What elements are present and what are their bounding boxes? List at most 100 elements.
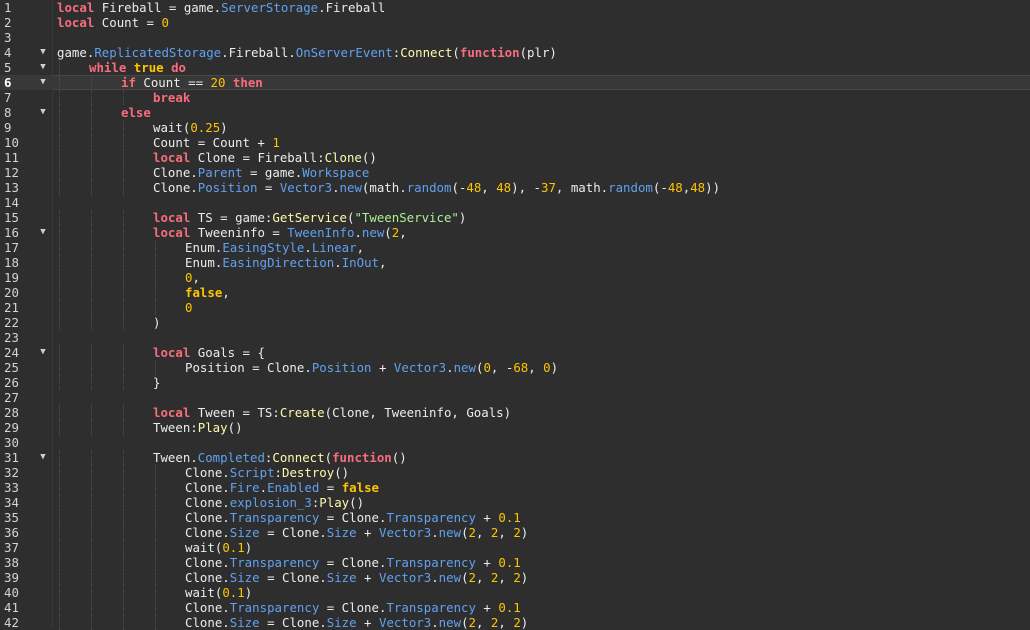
- indent-guide: [123, 90, 124, 105]
- code-line[interactable]: 12 Clone.Parent = game.Workspace: [0, 165, 1030, 180]
- code-line[interactable]: 5 ▼ while true do: [0, 60, 1030, 75]
- code-line[interactable]: 36 Clone.Size = Clone.Size + Vector3.new(…: [0, 525, 1030, 540]
- indent-guide: [123, 465, 124, 480]
- code-line[interactable]: 31 ▼ Tween.Completed:Connect(function(): [0, 450, 1030, 465]
- code-line[interactable]: 2 local Count = 0: [0, 15, 1030, 30]
- code-token: OnServerEvent: [295, 45, 393, 60]
- code-line[interactable]: 24 ▼ local Goals = {: [0, 345, 1030, 360]
- code-token: Clone.: [185, 495, 230, 510]
- code-text: local TS = game:GetService("TweenService…: [153, 210, 466, 225]
- chevron-down-icon[interactable]: ▼: [38, 45, 48, 60]
- code-line[interactable]: 7 break: [0, 90, 1030, 105]
- code-line[interactable]: 4 ▼ game.ReplicatedStorage.Fireball.OnServ…: [0, 45, 1030, 60]
- code-token: Position = Clone.: [185, 360, 312, 375]
- indent-guide: [59, 255, 60, 270]
- code-line[interactable]: 34 Clone.explosion_3:Play(): [0, 495, 1030, 510]
- line-number: 26: [4, 375, 19, 390]
- code-token: Create: [279, 405, 325, 420]
- code-token: 0.25: [190, 120, 221, 135]
- code-line[interactable]: 23: [0, 330, 1030, 345]
- chevron-down-icon[interactable]: ▼: [38, 75, 48, 90]
- code-token: (): [227, 420, 243, 435]
- code-token: +: [356, 570, 379, 585]
- code-text: ): [153, 315, 160, 330]
- code-line[interactable]: 27: [0, 390, 1030, 405]
- code-line[interactable]: 11 local Clone = Fireball:Clone(): [0, 150, 1030, 165]
- indent-guide: [91, 570, 92, 585]
- chevron-down-icon[interactable]: ▼: [38, 345, 48, 360]
- chevron-down-icon[interactable]: ▼: [38, 105, 48, 120]
- indent-guide: [59, 120, 60, 135]
- code-line[interactable]: 40 wait(0.1): [0, 585, 1030, 600]
- indent-guide: [155, 480, 156, 495]
- line-number: 24: [4, 345, 19, 360]
- code-token: Count ==: [135, 75, 211, 90]
- code-line[interactable]: 14: [0, 195, 1030, 210]
- code-token: Count = Count +: [153, 135, 273, 150]
- code-line[interactable]: 30: [0, 435, 1030, 450]
- code-token: +: [475, 600, 499, 615]
- code-line[interactable]: 19 0,: [0, 270, 1030, 285]
- code-line[interactable]: 6 ▼ if Count == 20 then: [0, 75, 1030, 90]
- code-token: .Fireball.: [221, 45, 296, 60]
- chevron-down-icon[interactable]: ▼: [38, 225, 48, 240]
- code-token: ,: [192, 270, 200, 285]
- code-line[interactable]: 35 Clone.Transparency = Clone.Transparenc…: [0, 510, 1030, 525]
- code-line[interactable]: 37 wait(0.1): [0, 540, 1030, 555]
- code-token: Clone: [324, 150, 362, 165]
- code-token: ): [153, 315, 161, 330]
- code-line[interactable]: 15 local TS = game:GetService("TweenServi…: [0, 210, 1030, 225]
- line-number: 18: [4, 255, 19, 270]
- code-token: Play: [319, 495, 350, 510]
- code-line[interactable]: 13 Clone.Position = Vector3.new(math.rand…: [0, 180, 1030, 195]
- code-token: ,: [379, 255, 387, 270]
- code-token: if: [121, 75, 136, 90]
- indent-guide: [91, 555, 92, 570]
- code-token: ,: [356, 240, 365, 255]
- chevron-down-icon[interactable]: ▼: [38, 60, 48, 75]
- code-line[interactable]: 18 Enum.EasingDirection.InOut,: [0, 255, 1030, 270]
- code-line[interactable]: 20 false,: [0, 285, 1030, 300]
- code-line[interactable]: 10 Count = Count + 1: [0, 135, 1030, 150]
- code-token: 2: [468, 570, 476, 585]
- code-token: (): [349, 495, 365, 510]
- code-line[interactable]: 38 Clone.Transparency = Clone.Transparenc…: [0, 555, 1030, 570]
- code-line[interactable]: 32 Clone.Script:Destroy(): [0, 465, 1030, 480]
- code-line[interactable]: 21 0: [0, 300, 1030, 315]
- code-token: 0.1: [498, 555, 521, 570]
- code-token: =: [319, 480, 342, 495]
- code-line[interactable]: 8 ▼ else: [0, 105, 1030, 120]
- code-token: while: [89, 60, 127, 75]
- code-line[interactable]: 26}: [0, 375, 1030, 390]
- code-token: .: [431, 525, 439, 540]
- code-line[interactable]: 39 Clone.Size = Clone.Size + Vector3.new(…: [0, 570, 1030, 585]
- code-line[interactable]: 33 Clone.Fire.Enabled = false: [0, 480, 1030, 495]
- chevron-down-icon[interactable]: ▼: [38, 450, 48, 465]
- code-text: Enum.EasingDirection.InOut,: [185, 255, 386, 270]
- code-line[interactable]: 25 Position = Clone.Position + Vector3.ne…: [0, 360, 1030, 375]
- code-line[interactable]: 17 Enum.EasingStyle.Linear,: [0, 240, 1030, 255]
- code-line[interactable]: 29 Tween:Play(): [0, 420, 1030, 435]
- script-editor[interactable]: 1 local Fireball = game.ServerStorage.Fir…: [0, 0, 1030, 630]
- code-line[interactable]: 41 Clone.Transparency = Clone.Transparenc…: [0, 600, 1030, 615]
- line-number: 17: [4, 240, 19, 255]
- code-line[interactable]: 3: [0, 30, 1030, 45]
- indent-guide: [59, 105, 60, 120]
- line-number: 3: [4, 30, 12, 45]
- code-token: Vector3: [393, 360, 447, 375]
- code-line[interactable]: 9 wait(0.25): [0, 120, 1030, 135]
- code-token: local: [153, 150, 191, 165]
- indent-guide: [91, 240, 92, 255]
- code-line[interactable]: 16 ▼ local Tweeninfo = TweenInfo.new(2,: [0, 225, 1030, 240]
- code-token: (-: [451, 180, 467, 195]
- code-area[interactable]: 1 local Fireball = game.ServerStorage.Fir…: [0, 0, 1030, 630]
- indent-guide: [155, 285, 156, 300]
- code-line[interactable]: 22): [0, 315, 1030, 330]
- indent-guide: [91, 165, 92, 180]
- code-token: ,: [481, 180, 497, 195]
- code-text: Tween:Play(): [153, 420, 243, 435]
- code-token: EasingDirection: [222, 255, 335, 270]
- code-text: game.ReplicatedStorage.Fireball.OnServer…: [57, 45, 557, 60]
- code-line[interactable]: 28 local Tween = TS:Create(Clone, Tweenin…: [0, 405, 1030, 420]
- code-line[interactable]: 1 local Fireball = game.ServerStorage.Fir…: [0, 0, 1030, 15]
